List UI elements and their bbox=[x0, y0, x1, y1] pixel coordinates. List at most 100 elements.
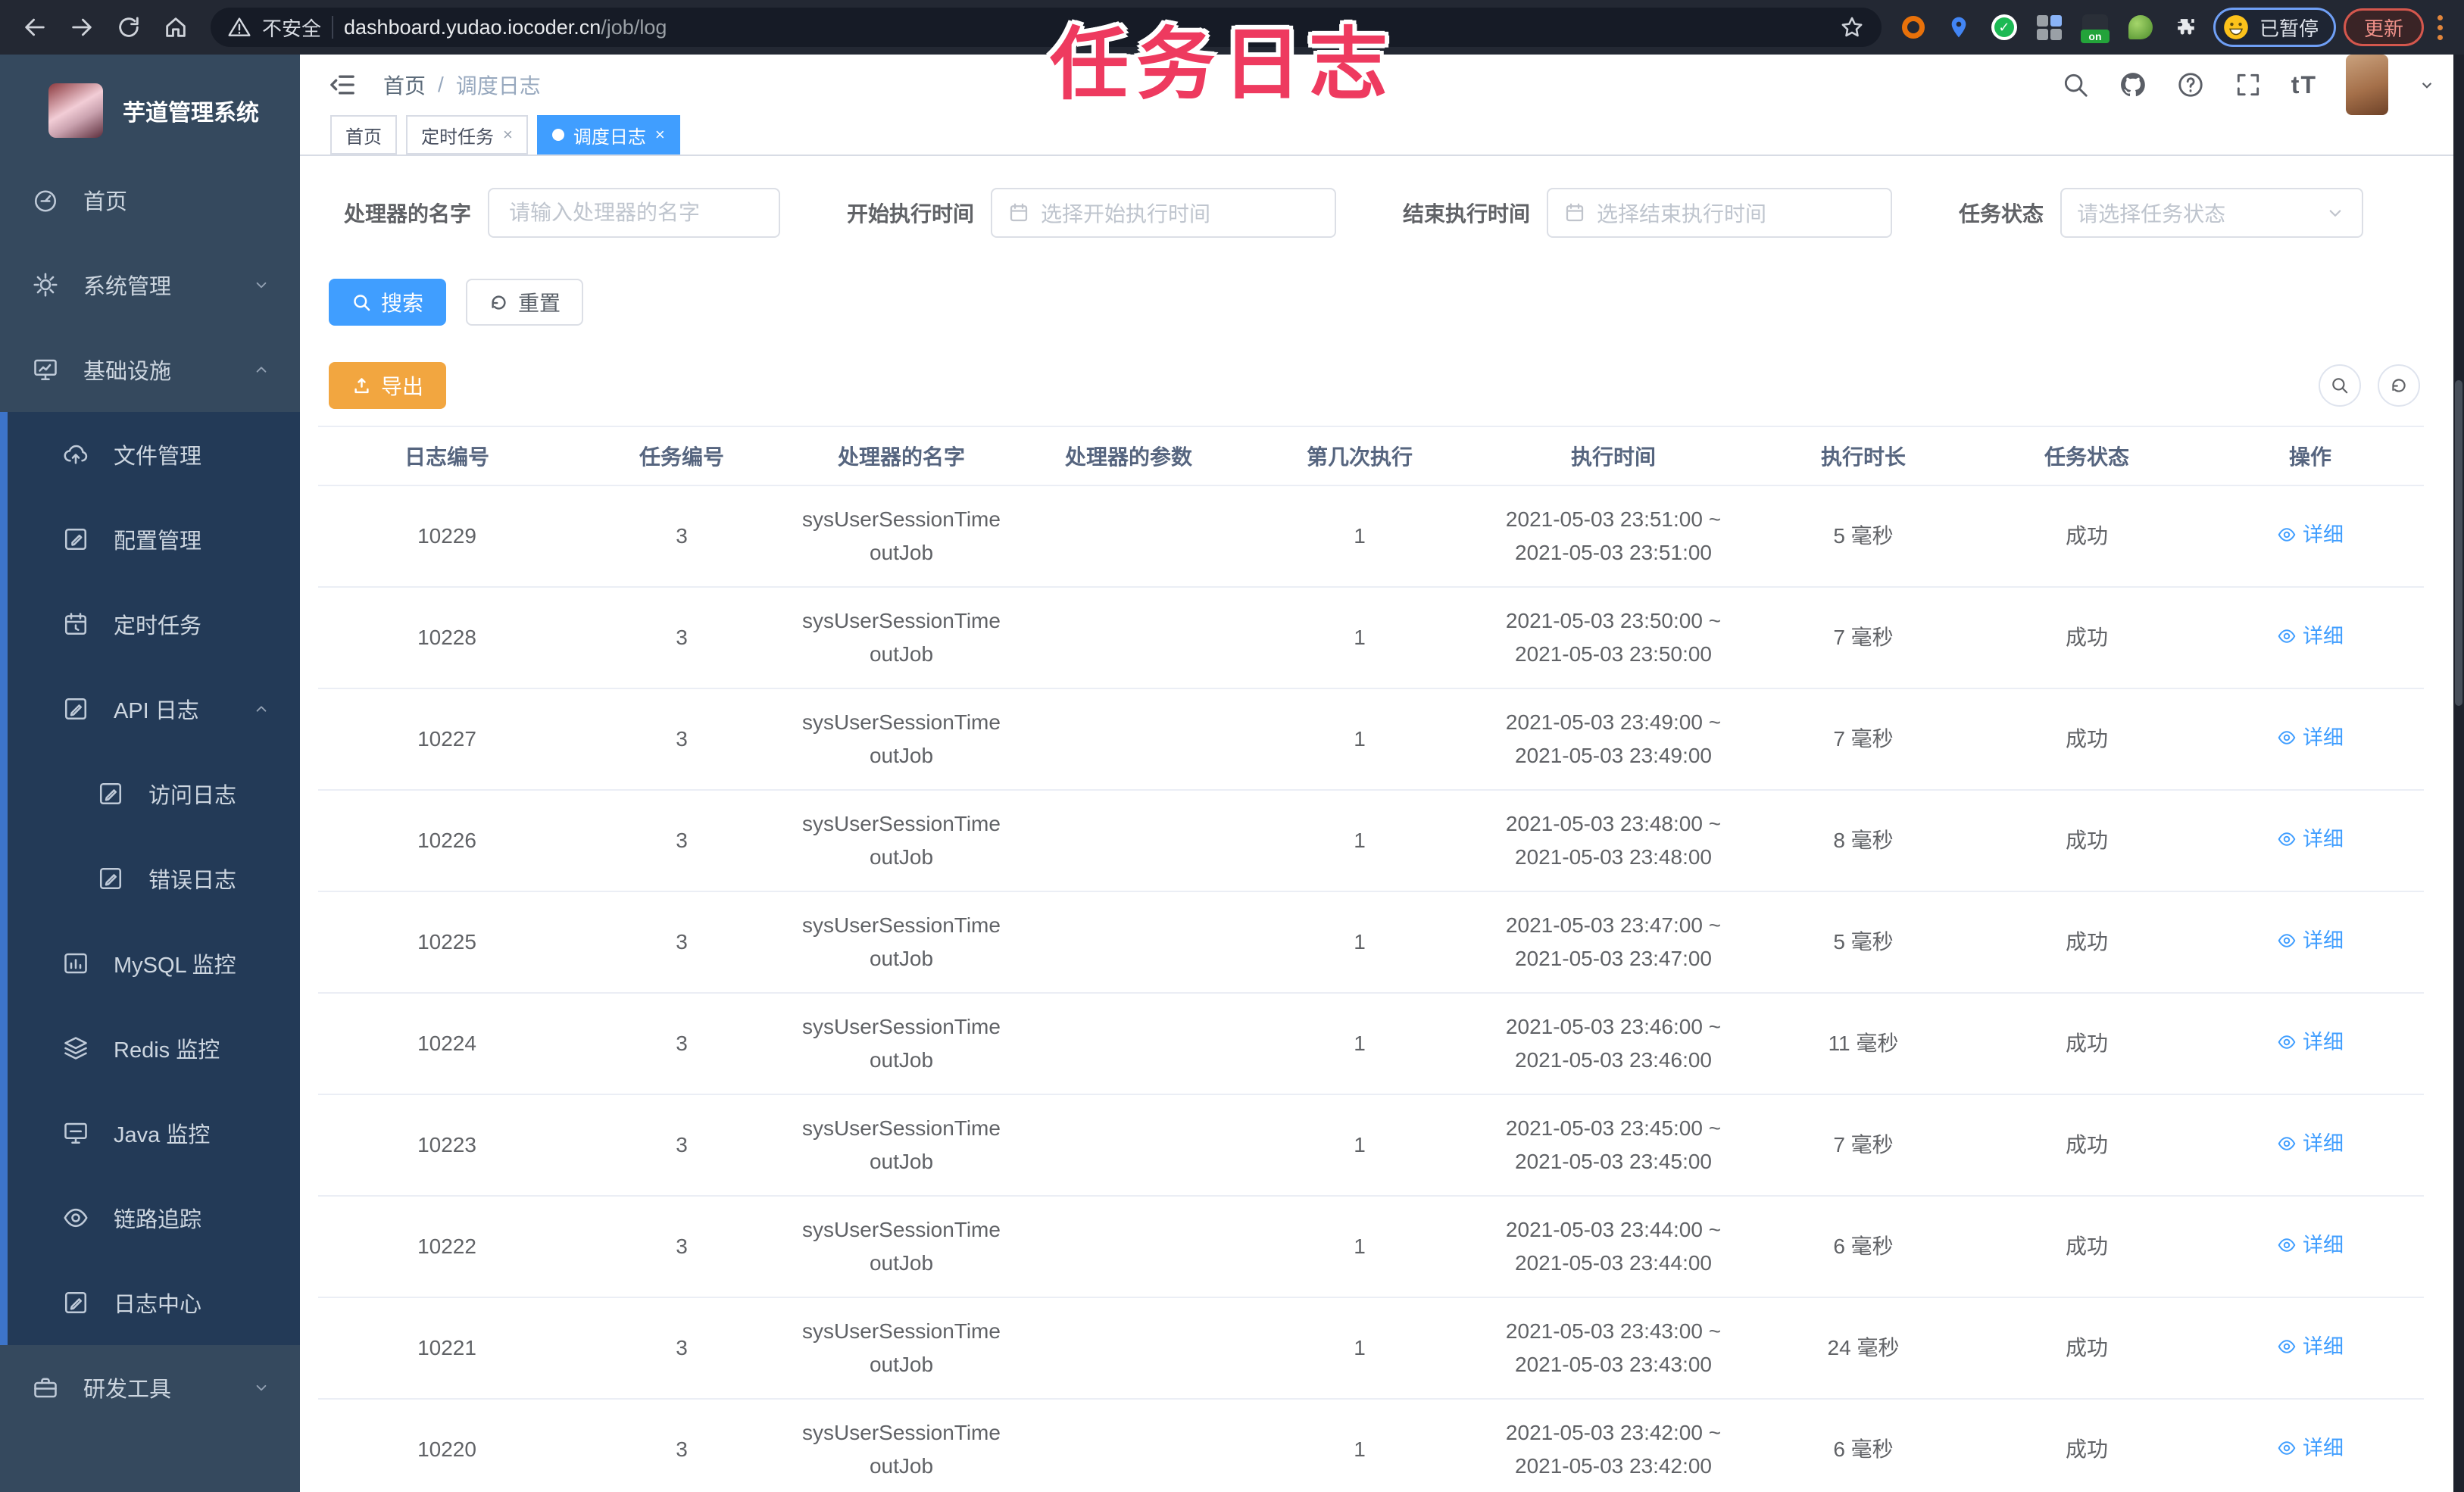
fullscreen-icon[interactable] bbox=[2234, 70, 2263, 99]
export-icon bbox=[354, 377, 369, 393]
cell-duration: 8 毫秒 bbox=[1750, 790, 1977, 892]
detail-link[interactable]: 详细 bbox=[2277, 620, 2344, 653]
job-status-select[interactable]: 请选择任务状态 bbox=[2060, 188, 2364, 238]
help-icon[interactable] bbox=[2176, 70, 2205, 99]
sidebar-item-mysql-monitor[interactable]: MySQL 监控 bbox=[8, 921, 300, 1006]
tag-tabs-bar: 首页 定时任务 × 调度日志 × bbox=[300, 115, 2464, 156]
browser-menu-button[interactable] bbox=[2431, 12, 2449, 43]
end-time-picker[interactable]: 选择结束执行时间 bbox=[1547, 188, 1893, 238]
sidebar-item-file-management[interactable]: 文件管理 bbox=[8, 412, 300, 497]
search-button[interactable]: 搜索 bbox=[329, 279, 447, 326]
detail-link[interactable]: 详细 bbox=[2277, 1127, 2344, 1160]
extension-leaf-icon[interactable] bbox=[2127, 14, 2154, 41]
sidebar-item-log-center[interactable]: 日志中心 bbox=[8, 1260, 300, 1345]
eye-icon bbox=[2278, 731, 2296, 744]
user-avatar[interactable] bbox=[2346, 55, 2388, 115]
url-text: dashboard.yudao.iocoder.cn/job/log bbox=[344, 16, 667, 39]
tab-label: 调度日志 bbox=[573, 126, 646, 148]
table-row: 10223 3 sysUserSessionTimeoutJob 1 2021-… bbox=[318, 1094, 2424, 1197]
extensions-puzzle-icon[interactable] bbox=[2172, 14, 2200, 41]
sidebar-item-error-log[interactable]: 错误日志 bbox=[8, 836, 300, 921]
table-row: 10220 3 sysUserSessionTimeoutJob 1 2021-… bbox=[318, 1399, 2424, 1492]
github-icon[interactable] bbox=[2119, 70, 2147, 99]
detail-link[interactable]: 详细 bbox=[2277, 518, 2344, 551]
extension-green-check-icon[interactable]: ✓ bbox=[1991, 14, 2018, 41]
caret-down-icon[interactable] bbox=[2417, 75, 2437, 95]
star-icon bbox=[1841, 17, 1863, 37]
page-scrollbar[interactable] bbox=[2453, 55, 2464, 1492]
browser-reload-button[interactable] bbox=[109, 8, 148, 47]
sidebar-item-dev-tools[interactable]: 研发工具 bbox=[0, 1345, 300, 1430]
extension-on-badge-icon[interactable]: on bbox=[2080, 14, 2110, 43]
refresh-table-button[interactable] bbox=[2378, 364, 2420, 407]
sidebar-item-tracing[interactable]: 链路追踪 bbox=[8, 1175, 300, 1260]
breadcrumb-current: 调度日志 bbox=[455, 74, 541, 98]
close-icon[interactable]: × bbox=[655, 125, 665, 145]
detail-link[interactable]: 详细 bbox=[2277, 1431, 2344, 1465]
toggle-search-button[interactable] bbox=[2319, 364, 2361, 407]
cell-log-id: 10223 bbox=[318, 1094, 576, 1197]
profile-paused-chip[interactable]: 已暂停 bbox=[2213, 8, 2336, 47]
app-logo-row[interactable]: 芋道管理系统 bbox=[0, 73, 300, 158]
detail-link[interactable]: 详细 bbox=[2277, 721, 2344, 754]
sidebar-item-scheduled-jobs[interactable]: 定时任务 bbox=[8, 582, 300, 666]
cell-status: 成功 bbox=[1977, 485, 2197, 588]
sidebar-item-label: 日志中心 bbox=[114, 1293, 202, 1317]
cell-job-id: 3 bbox=[576, 688, 788, 791]
table-row: 10228 3 sysUserSessionTimeoutJob 1 2021-… bbox=[318, 587, 2424, 689]
browser-forward-button[interactable] bbox=[62, 8, 101, 47]
export-button[interactable]: 导出 bbox=[329, 362, 447, 409]
cell-param bbox=[1015, 1094, 1242, 1197]
close-icon[interactable]: × bbox=[503, 125, 513, 145]
address-bar[interactable]: 不安全 dashboard.yudao.iocoder.cn/job/log bbox=[211, 8, 1882, 47]
detail-link[interactable]: 详细 bbox=[2277, 1330, 2344, 1363]
sidebar-item-access-log[interactable]: 访问日志 bbox=[8, 751, 300, 836]
detail-link[interactable]: 详细 bbox=[2277, 924, 2344, 957]
scrollbar-thumb[interactable] bbox=[2455, 380, 2462, 706]
search-icon[interactable] bbox=[2061, 70, 2090, 99]
cell-execute-index: 1 bbox=[1242, 1094, 1477, 1197]
breadcrumb-home[interactable]: 首页 bbox=[383, 70, 426, 100]
handler-name-input[interactable] bbox=[488, 188, 781, 238]
cell-status: 成功 bbox=[1977, 993, 2197, 1095]
eye-icon bbox=[2278, 1441, 2296, 1455]
tab-home[interactable]: 首页 bbox=[330, 115, 397, 155]
sidebar-item-config-management[interactable]: 配置管理 bbox=[8, 497, 300, 582]
extension-grid-icon[interactable] bbox=[2036, 14, 2063, 41]
browser-update-button[interactable]: 更新 bbox=[2343, 8, 2424, 46]
active-tab-dot bbox=[551, 129, 564, 141]
bookmark-star-button[interactable] bbox=[1839, 14, 1865, 40]
tab-job-log[interactable]: 调度日志 × bbox=[536, 115, 680, 155]
detail-link-label: 详细 bbox=[2303, 1234, 2344, 1256]
extension-orange-icon[interactable] bbox=[1900, 14, 1927, 41]
cell-duration: 5 毫秒 bbox=[1750, 891, 1977, 994]
toolbox-icon bbox=[34, 1378, 57, 1398]
cell-status: 成功 bbox=[1977, 790, 2197, 892]
start-time-picker[interactable]: 选择开始执行时间 bbox=[991, 188, 1337, 238]
font-size-icon[interactable]: tT bbox=[2291, 71, 2317, 99]
detail-link[interactable]: 详细 bbox=[2277, 822, 2344, 856]
sidebar-item-infrastructure[interactable]: 基础设施 bbox=[0, 327, 300, 412]
sidebar-item-home[interactable]: 首页 bbox=[0, 158, 300, 242]
eye-icon bbox=[2278, 528, 2296, 542]
filter-job-status: 任务状态 请选择任务状态 bbox=[1959, 188, 2364, 238]
table-row: 10227 3 sysUserSessionTimeoutJob 1 2021-… bbox=[318, 688, 2424, 791]
cell-handler: sysUserSessionTimeoutJob bbox=[788, 485, 1015, 588]
detail-link-label: 详细 bbox=[2303, 929, 2344, 952]
cell-log-id: 10220 bbox=[318, 1399, 576, 1492]
detail-link[interactable]: 详细 bbox=[2277, 1025, 2344, 1059]
sidebar-item-redis-monitor[interactable]: Redis 监控 bbox=[8, 1006, 300, 1091]
reset-button[interactable]: 重置 bbox=[466, 279, 584, 326]
sidebar-fold-icon[interactable] bbox=[327, 70, 358, 100]
browser-home-button[interactable] bbox=[156, 8, 195, 47]
table-row: 10224 3 sysUserSessionTimeoutJob 1 2021-… bbox=[318, 993, 2424, 1095]
extension-pin-icon[interactable] bbox=[1945, 14, 1972, 41]
sidebar-item-java-monitor[interactable]: Java 监控 bbox=[8, 1091, 300, 1175]
browser-back-button[interactable] bbox=[15, 8, 55, 47]
sidebar-item-api-log[interactable]: API 日志 bbox=[8, 666, 300, 751]
update-button-label: 更新 bbox=[2363, 17, 2403, 40]
detail-link[interactable]: 详细 bbox=[2277, 1228, 2344, 1262]
tab-scheduled-jobs[interactable]: 定时任务 × bbox=[406, 115, 528, 155]
sidebar-item-system[interactable]: 系统管理 bbox=[0, 242, 300, 327]
cell-execute-index: 1 bbox=[1242, 1399, 1477, 1492]
